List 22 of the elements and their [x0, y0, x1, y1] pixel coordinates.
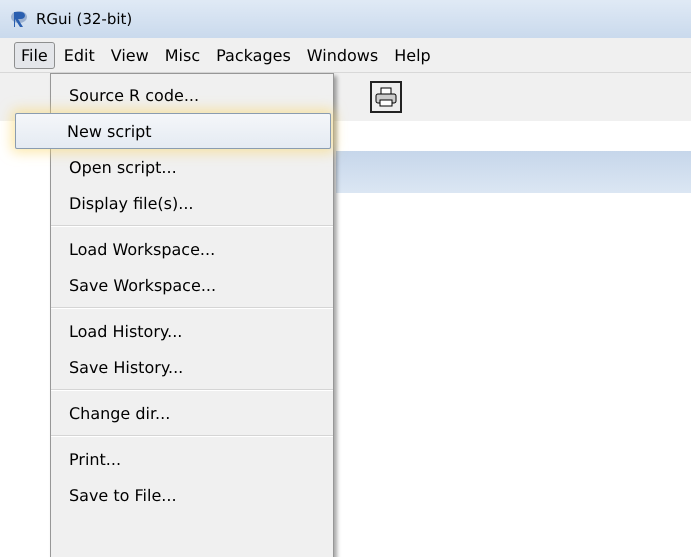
menu-item[interactable]: New script — [15, 113, 331, 149]
menu-item[interactable]: Save History... — [53, 349, 331, 385]
menu-item[interactable]: Load Workspace... — [53, 231, 331, 267]
menu-title[interactable]: Windows — [300, 42, 386, 68]
printer-icon — [375, 87, 397, 107]
menu-item[interactable]: Display file(s)... — [53, 185, 331, 221]
menu-title[interactable]: Edit — [56, 42, 102, 68]
menu-title[interactable]: Help — [387, 42, 438, 68]
menu-item[interactable]: Change dir... — [53, 395, 331, 431]
menu-title[interactable]: View — [104, 42, 156, 68]
r-logo-icon — [10, 10, 28, 28]
menu-item[interactable]: Open script... — [53, 149, 331, 185]
menu-title[interactable]: File — [14, 42, 55, 68]
menu-item[interactable]: Source R code... — [53, 77, 331, 113]
window-title: RGui (32-bit) — [36, 10, 132, 28]
menu-title[interactable]: Misc — [158, 42, 208, 68]
menu-item[interactable]: Save to File... — [53, 477, 331, 513]
menu-item[interactable]: Print... — [53, 441, 331, 477]
print-button[interactable] — [370, 81, 402, 113]
menu-title[interactable]: Packages — [209, 42, 298, 68]
menu-item[interactable]: Load History... — [53, 313, 331, 349]
menu-item[interactable]: Save Workspace... — [53, 267, 331, 303]
